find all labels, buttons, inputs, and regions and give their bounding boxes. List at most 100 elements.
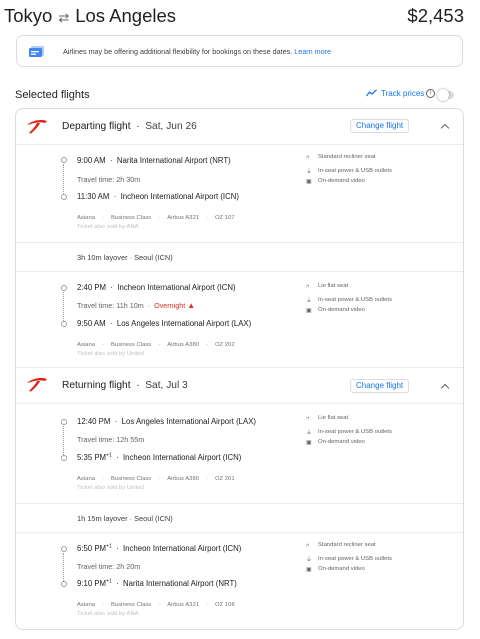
segment-arrival: 9:50 AM · Los Angeles International Airp… <box>77 319 252 328</box>
power-plug-icon: ⏚ <box>306 169 312 175</box>
amenity-label: Standard recliner seat <box>318 154 376 160</box>
arrival-time: 5:35 PM <box>77 453 107 462</box>
change-returning-flight-button[interactable]: Change flight <box>350 379 410 393</box>
dot-separator: · <box>130 380 146 391</box>
segment-arrival: 5:35 PM+1 · Incheon International Airpor… <box>77 452 242 462</box>
amenity-video: ▣ On-demand video <box>306 178 365 185</box>
origin-city: Tokyo <box>4 5 53 26</box>
amenity-label: Standard recliner seat <box>318 542 376 548</box>
info-icon[interactable]: i <box>426 89 435 98</box>
aircraft: Airbus A321 <box>167 215 199 221</box>
video-screen-icon: ▣ <box>306 567 312 573</box>
warning-icon: ▲ <box>187 301 196 310</box>
travel-time: Travel time: 12h 55m <box>77 435 145 444</box>
overnight-label: Overnight <box>154 301 186 310</box>
divider <box>16 503 463 504</box>
trip-heading-returning: Returning flight · Sat, Jul 3 <box>62 380 188 391</box>
divider <box>16 144 463 145</box>
airline-name: Asiana <box>77 476 96 482</box>
amenity-seat: ⑁ Lie flat seat <box>306 415 348 422</box>
seat-icon: ⑁ <box>306 543 310 549</box>
trip-header: Tokyo ⇄ Los Angeles $2,453 <box>0 0 480 32</box>
flight-number: OZ 107 <box>214 215 235 221</box>
learn-more-link[interactable]: Learn more <box>294 47 331 56</box>
departure-time: 6:50 PM <box>77 544 107 553</box>
travel-time-row: Travel time: 11h 10m · Overnight ▲ <box>77 301 196 310</box>
amenity-seat: ⑁ Standard recliner seat <box>306 542 376 549</box>
timeline-dot <box>61 419 67 425</box>
timeline-line <box>63 164 64 194</box>
timeline-dot <box>61 581 67 587</box>
layover-info: 3h 10m layover · Seoul (ICN) <box>77 253 173 262</box>
airline-name: Asiana <box>77 342 96 348</box>
power-plug-icon: ⏚ <box>306 557 312 563</box>
trip-title: Returning flight <box>62 380 131 391</box>
flight-number: OZ 202 <box>214 342 235 348</box>
aircraft: Airbus A380 <box>167 476 199 482</box>
toggle-knob[interactable] <box>437 89 449 101</box>
amenity-power: ⏚ In-seat power & USB outlets <box>306 427 392 436</box>
timeline-line <box>63 553 64 581</box>
cabin-class: Business Class <box>110 602 152 608</box>
trend-line-icon <box>366 89 377 97</box>
trip-date: Sat, Jul 3 <box>145 380 188 391</box>
departure-airport: Incheon International Airport (ICN) <box>117 283 236 292</box>
arrival-airport: Los Angeles International Airport (LAX) <box>116 319 252 328</box>
amenity-label: Lie flat seat <box>318 415 349 421</box>
amenity-label: In-seat power & USB outlets <box>318 297 392 303</box>
arrival-airport: Narita International Airport (NRT) <box>123 579 237 588</box>
timeline-dot <box>61 546 67 552</box>
next-day-indicator: +1 <box>106 578 112 585</box>
trip-date: Sat, Jun 26 <box>145 121 197 132</box>
flight-number: OZ 108 <box>214 602 235 608</box>
flexibility-notice: Airlines may be offering additional flex… <box>16 35 463 67</box>
cabin-class: Business Class <box>110 476 152 482</box>
video-screen-icon: ▣ <box>306 179 312 185</box>
travel-time: Travel time: 2h 30m <box>77 175 141 184</box>
track-prices-label[interactable]: Track prices <box>381 89 424 98</box>
change-departing-flight-button[interactable]: Change flight <box>350 119 410 133</box>
ticket-icon <box>29 46 44 57</box>
flight-details: Asiana · Business Class · Airbus A321 · OZ 108 <box>77 602 235 608</box>
arrival-airport: Incheon International Airport (ICN) <box>120 192 239 201</box>
segment-arrival: 11:30 AM · Incheon International Airport… <box>77 192 239 201</box>
cabin-class: Business Class <box>110 215 152 221</box>
divider <box>16 242 463 243</box>
chevron-up-icon[interactable] <box>440 383 450 393</box>
departure-airport: Narita International Airport (NRT) <box>116 156 231 165</box>
departure-time: 2:40 PM <box>77 283 107 292</box>
aircraft: Airbus A321 <box>167 602 199 608</box>
amenity-power: ⏚ In-seat power & USB outlets <box>306 295 392 304</box>
amenity-label: On-demand video <box>318 439 365 445</box>
amenity-label: In-seat power & USB outlets <box>318 429 392 435</box>
departure-time: 9:00 AM <box>77 156 106 165</box>
notice-text: Airlines may be offering additional flex… <box>63 47 331 56</box>
segment-departure: 2:40 PM · Incheon International Airport … <box>77 283 236 292</box>
flight-number: OZ 201 <box>214 476 235 482</box>
sold-by: Ticket also sold by ANA <box>77 224 139 230</box>
video-screen-icon: ▣ <box>306 308 312 314</box>
route-title: Tokyo ⇄ Los Angeles <box>4 5 176 27</box>
amenity-label: On-demand video <box>318 307 365 313</box>
next-day-indicator: +1 <box>106 452 112 459</box>
track-prices-toggle[interactable] <box>437 89 454 101</box>
arrival-time: 9:10 PM <box>77 579 107 588</box>
airline-name: Asiana <box>77 602 96 608</box>
timeline-dot <box>61 194 67 200</box>
timeline-line <box>63 426 64 455</box>
layover-info: 1h 15m layover · Seoul (ICN) <box>77 514 173 523</box>
chevron-up-icon[interactable] <box>440 123 450 133</box>
swap-arrows-icon: ⇄ <box>58 10 70 25</box>
sold-by: Ticket also sold by United <box>77 485 144 491</box>
arrival-time: 11:30 AM <box>77 192 110 201</box>
amenity-label: On-demand video <box>318 566 365 572</box>
departure-time: 12:40 PM <box>77 417 111 426</box>
travel-time: Travel time: 2h 20m <box>77 562 141 571</box>
selected-flights-card: Departing flight · Sat, Jun 26 Change fl… <box>15 108 464 630</box>
timeline-line <box>63 292 64 321</box>
amenity-seat: ⑁ Lie flat seat <box>306 283 348 290</box>
amenity-label: On-demand video <box>318 178 365 184</box>
dot-separator: · <box>130 121 146 132</box>
segment-arrival: 9:10 PM+1 · Narita International Airport… <box>77 578 237 588</box>
divider <box>16 367 463 368</box>
